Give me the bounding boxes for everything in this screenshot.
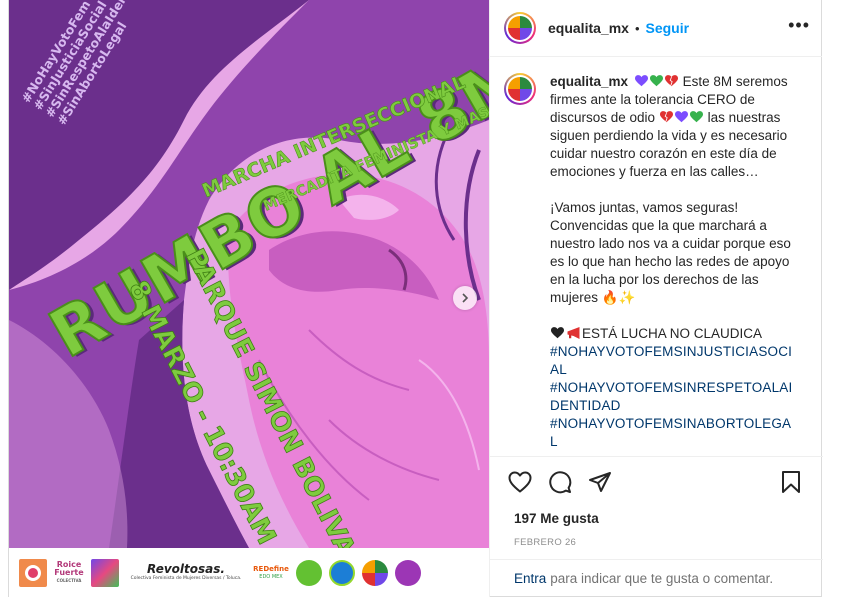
logo-circle-1 — [296, 559, 322, 586]
fire-emoji-icon: 🔥 — [601, 290, 619, 305]
hashtag-link[interactable]: #NOHAYVOTOFEMSINRESPETOALAIDENTIDAD — [550, 379, 798, 415]
redefine-text: REDefine — [253, 564, 289, 573]
caption-avatar[interactable] — [504, 73, 536, 105]
author-avatar[interactable] — [504, 12, 536, 44]
logo-roice-text: Roice Fuerte — [54, 559, 84, 577]
logo-circle-2 — [329, 559, 355, 586]
revoltosas-sub: Colectiva Feminista de Mujeres Diversas … — [130, 576, 242, 581]
follow-button[interactable]: Seguir — [646, 20, 690, 36]
caption-paragraph-2: ¡Vamos juntas, vamos seguras! Convencida… — [550, 200, 791, 305]
hashtag-link[interactable]: #NOHAYVOTOFEMSINJUSTICIASOCIAL — [550, 343, 798, 379]
sponsor-logos: Roice Fuerte COLECTIVA Revoltosas. Colec… — [9, 548, 489, 597]
caption-paragraph-3: ESTÁ LUCHA NO CLAUDICA — [582, 326, 763, 341]
comment-button[interactable] — [540, 462, 580, 502]
megaphone-icon — [567, 327, 580, 339]
likes-count[interactable]: 197 Me gusta — [514, 511, 599, 526]
next-image-button[interactable] — [453, 286, 477, 310]
broken-heart-icon — [659, 111, 673, 123]
more-horizontal-icon[interactable]: ••• — [788, 16, 810, 36]
logo-redefine: REDefine EDO MEX — [253, 565, 289, 581]
green-heart-icon — [689, 111, 703, 123]
caption-area: equalita_mx Este 8M seremos firmes ante … — [490, 57, 823, 456]
logo-3 — [91, 558, 119, 587]
broken-heart-icon — [664, 75, 678, 87]
caption-username[interactable]: equalita_mx — [550, 74, 628, 89]
green-heart-icon — [649, 75, 663, 87]
login-link[interactable]: Entra — [514, 571, 546, 586]
bookmark-icon — [782, 470, 800, 493]
post-side-panel: equalita_mx • Seguir ••• equalita_mx Est… — [489, 0, 823, 597]
separator-dot: • — [634, 20, 640, 36]
hashtag-link[interactable]: #NOHAYVOTOFEMSINABORTOLEGAL — [550, 415, 798, 451]
revoltosas-title: Revoltosas. — [147, 562, 225, 576]
avatar-image — [508, 16, 532, 40]
sparkles-emoji-icon: ✨ — [618, 290, 636, 305]
chevron-right-icon — [462, 293, 469, 303]
logo-roice-fuerte: Roice Fuerte COLECTIVA — [54, 559, 84, 585]
logo-circle-3 — [362, 559, 388, 586]
heart-outline-icon — [508, 471, 532, 492]
share-button[interactable] — [580, 462, 620, 502]
author-username[interactable]: equalita_mx — [548, 20, 629, 36]
logo-circle-4 — [395, 559, 421, 586]
comment-icon — [549, 470, 572, 493]
post-frame: #NoHayVotoFem #SinJusticiaSocial #SinRes… — [8, 0, 823, 597]
purple-heart-icon — [674, 111, 688, 123]
like-button[interactable] — [500, 462, 540, 502]
purple-heart-icon — [634, 75, 648, 87]
logo-revoltosas: Revoltosas. Colectiva Feminista de Mujer… — [126, 563, 246, 582]
black-heart-icon — [551, 327, 564, 339]
avatar-image — [508, 77, 532, 101]
post-actions — [490, 456, 823, 506]
comment-bar: Entra para indicar que te gusta o coment… — [490, 559, 823, 597]
redefine-sub: EDO MEX — [259, 573, 283, 580]
comment-prompt: para indicar que te gusta o comentar. — [550, 571, 774, 586]
post-header: equalita_mx • Seguir ••• — [490, 0, 822, 57]
post-image[interactable]: #NoHayVotoFem #SinJusticiaSocial #SinRes… — [9, 0, 489, 597]
logo-1 — [19, 558, 47, 587]
logo-roice-sub: COLECTIVA — [56, 577, 82, 583]
send-icon — [589, 471, 611, 492]
save-button[interactable] — [771, 462, 811, 502]
caption-text: equalita_mx Este 8M seremos firmes ante … — [550, 73, 798, 456]
post-date[interactable]: FEBRERO 26 — [514, 537, 576, 548]
